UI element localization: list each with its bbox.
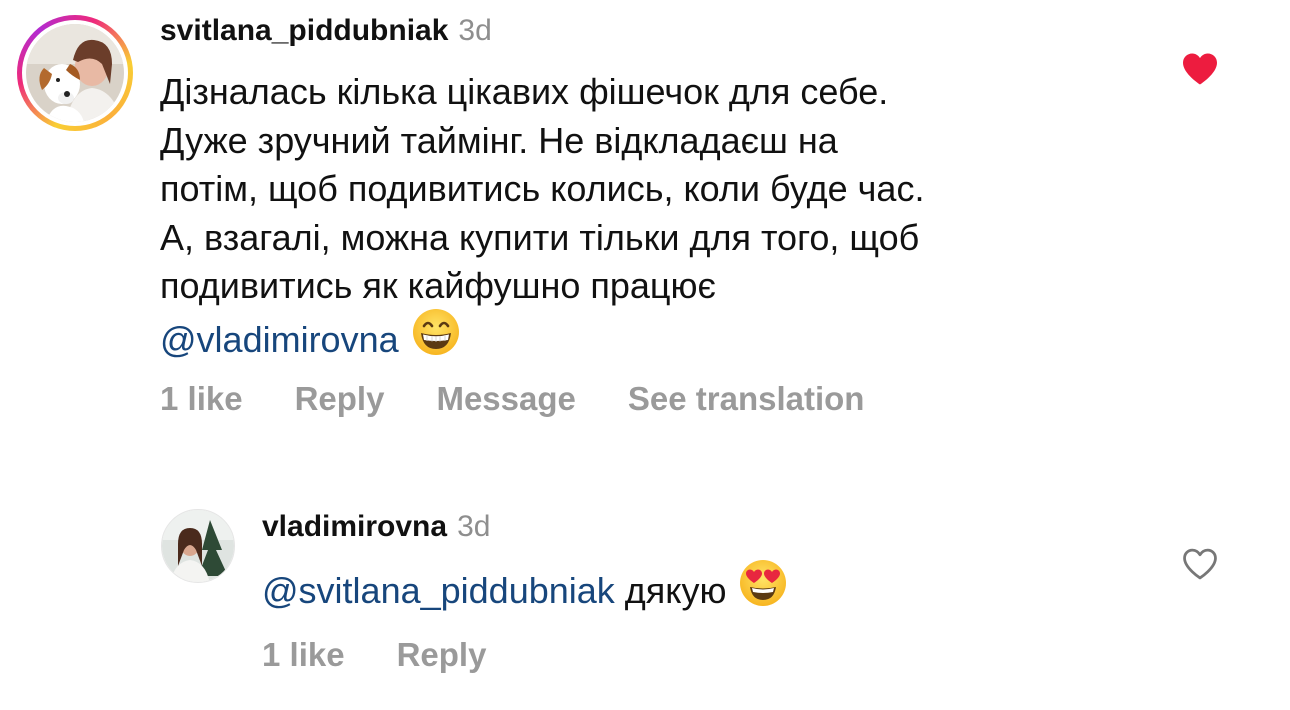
comment-body: Дізналась кілька цікавих фішечок для себ… <box>160 68 1160 373</box>
comment-line: потім, щоб подивитись колись, коли буде … <box>160 168 925 209</box>
comment-2-reply: vladimirovna 3d @svitlana_piddubniak дяку… <box>0 440 1290 710</box>
comment-body: @svitlana_piddubniak дякую <box>262 560 788 625</box>
reply-button[interactable]: Reply <box>397 636 487 674</box>
comment-username[interactable]: vladimirovna <box>262 510 447 543</box>
message-button[interactable]: Message <box>436 380 575 418</box>
comment-line: подивитись як кайфушно працює <box>160 265 716 306</box>
comment-header: svitlana_piddubniak 3d <box>160 14 492 48</box>
comment-header: vladimirovna 3d <box>262 510 490 544</box>
comment-line: Дізналась кілька цікавих фішечок для себ… <box>160 71 889 112</box>
mention-link[interactable]: @svitlana_piddubniak <box>262 570 615 611</box>
comment-line: А, взагалі, можна купити тільки для того… <box>160 216 920 258</box>
likes-count[interactable]: 1 like <box>160 380 243 418</box>
likes-count[interactable]: 1 like <box>262 636 345 674</box>
comment-username[interactable]: svitlana_piddubniak <box>160 14 448 47</box>
see-translation-button[interactable]: See translation <box>628 380 865 418</box>
heart-filled-icon[interactable] <box>1181 52 1219 86</box>
comment-line-mention-row: @vladimirovna <box>160 308 1160 374</box>
grinning-emoji <box>411 307 461 370</box>
comment-1: svitlana_piddubniak 3d Дізналась кілька ц… <box>0 0 1290 440</box>
comment-line: Дуже зручний таймінг. Не відкладаєш на <box>160 119 838 161</box>
avatar-story-ring[interactable] <box>17 15 133 131</box>
reply-button[interactable]: Reply <box>295 380 385 418</box>
avatar-photo <box>162 510 234 582</box>
comment-time: 3d <box>458 14 492 47</box>
avatar-photo <box>26 24 124 122</box>
heart-eyes-emoji <box>738 558 788 621</box>
comment-text: дякую <box>624 569 727 611</box>
avatar[interactable] <box>161 509 235 583</box>
comment-actions: 1 like Reply Message See translation <box>160 380 916 418</box>
comment-actions: 1 like Reply <box>262 636 538 674</box>
avatar <box>26 24 124 122</box>
mention-link[interactable]: @vladimirovna <box>160 318 399 359</box>
heart-outline-icon[interactable] <box>1181 547 1219 581</box>
comment-time: 3d <box>457 510 491 543</box>
